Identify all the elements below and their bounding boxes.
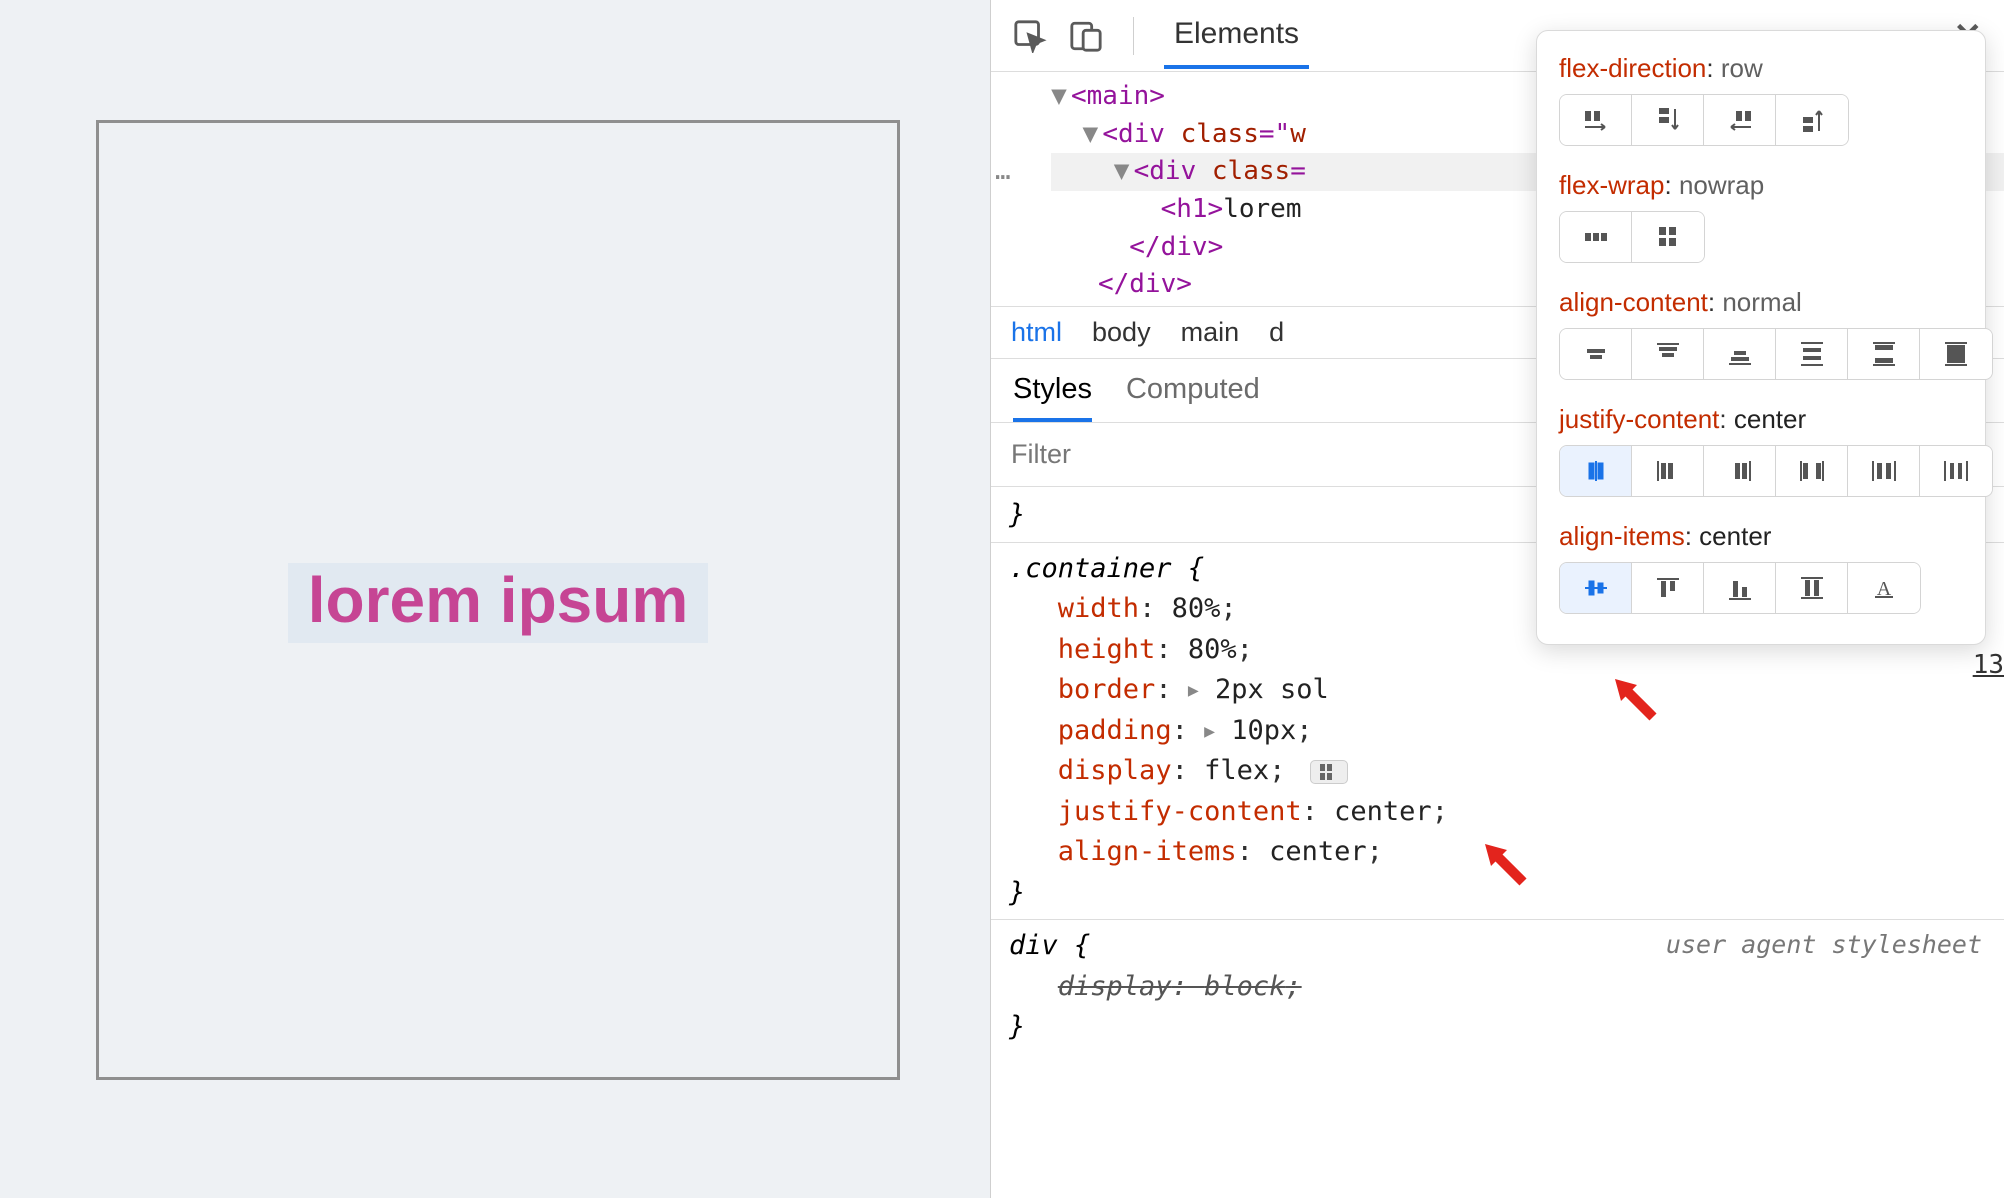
tab-styles[interactable]: Styles [1013,373,1092,422]
flex-direction-column-reverse-icon[interactable] [1776,95,1848,145]
flex-direction-row-icon[interactable] [1560,95,1632,145]
flex-direction-column-icon[interactable] [1632,95,1704,145]
align-content-center-icon[interactable] [1560,329,1632,379]
heading-text: lorem ipsum [308,563,689,637]
flex-direction-row-reverse-icon[interactable] [1704,95,1776,145]
align-items-baseline-icon[interactable]: A [1848,563,1920,613]
flex-wrap-wrap-icon[interactable] [1632,212,1704,262]
group-flex-wrap: flex-wrap: nowrap [1559,170,1965,263]
align-content-space-around-icon[interactable] [1776,329,1848,379]
flex-editor-popover: flex-direction: row flex-wrap: nowrap al… [1536,30,1986,645]
align-items-center-icon[interactable] [1560,563,1632,613]
justify-content-center-icon[interactable] [1560,446,1632,496]
tab-elements[interactable]: Elements [1164,3,1309,69]
group-justify-content: justify-content: center [1559,404,1965,497]
crumb-body[interactable]: body [1092,317,1151,348]
align-items-end-icon[interactable] [1704,563,1776,613]
justify-content-space-between-icon[interactable] [1776,446,1848,496]
align-content-start-icon[interactable] [1632,329,1704,379]
align-items-start-icon[interactable] [1632,563,1704,613]
crumb-div[interactable]: d [1269,317,1284,348]
devtools-panel: Elements ✕ ▼<main> ▼<div class="w ▼<div … [990,0,2004,1198]
justify-content-end-icon[interactable] [1704,446,1776,496]
justify-content-space-around-icon[interactable] [1848,446,1920,496]
flex-editor-button[interactable] [1310,760,1348,784]
container-box: lorem ipsum [96,120,900,1080]
align-content-space-between-icon[interactable] [1848,329,1920,379]
annotation-arrow-icon [1477,836,1537,896]
crumb-html[interactable]: html [1011,317,1062,348]
group-align-content: align-content: normal [1559,287,1965,380]
justify-content-space-evenly-icon[interactable] [1920,446,1992,496]
line-number-fragment: 13 [1973,650,2004,680]
crumb-main[interactable]: main [1181,317,1240,348]
align-content-end-icon[interactable] [1704,329,1776,379]
flex-wrap-nowrap-icon[interactable] [1560,212,1632,262]
inspect-icon[interactable] [1013,19,1047,53]
group-flex-direction: flex-direction: row [1559,53,1965,146]
page-preview: lorem ipsum [0,0,990,1198]
justify-content-start-icon[interactable] [1632,446,1704,496]
device-toggle-icon[interactable] [1069,19,1103,53]
align-items-stretch-icon[interactable] [1776,563,1848,613]
annotation-arrow-icon [1607,671,1667,731]
align-content-stretch-icon[interactable] [1920,329,1992,379]
toolbar-divider [1133,17,1134,55]
tab-computed[interactable]: Computed [1126,373,1260,422]
group-align-items: align-items: center A [1559,521,1965,614]
